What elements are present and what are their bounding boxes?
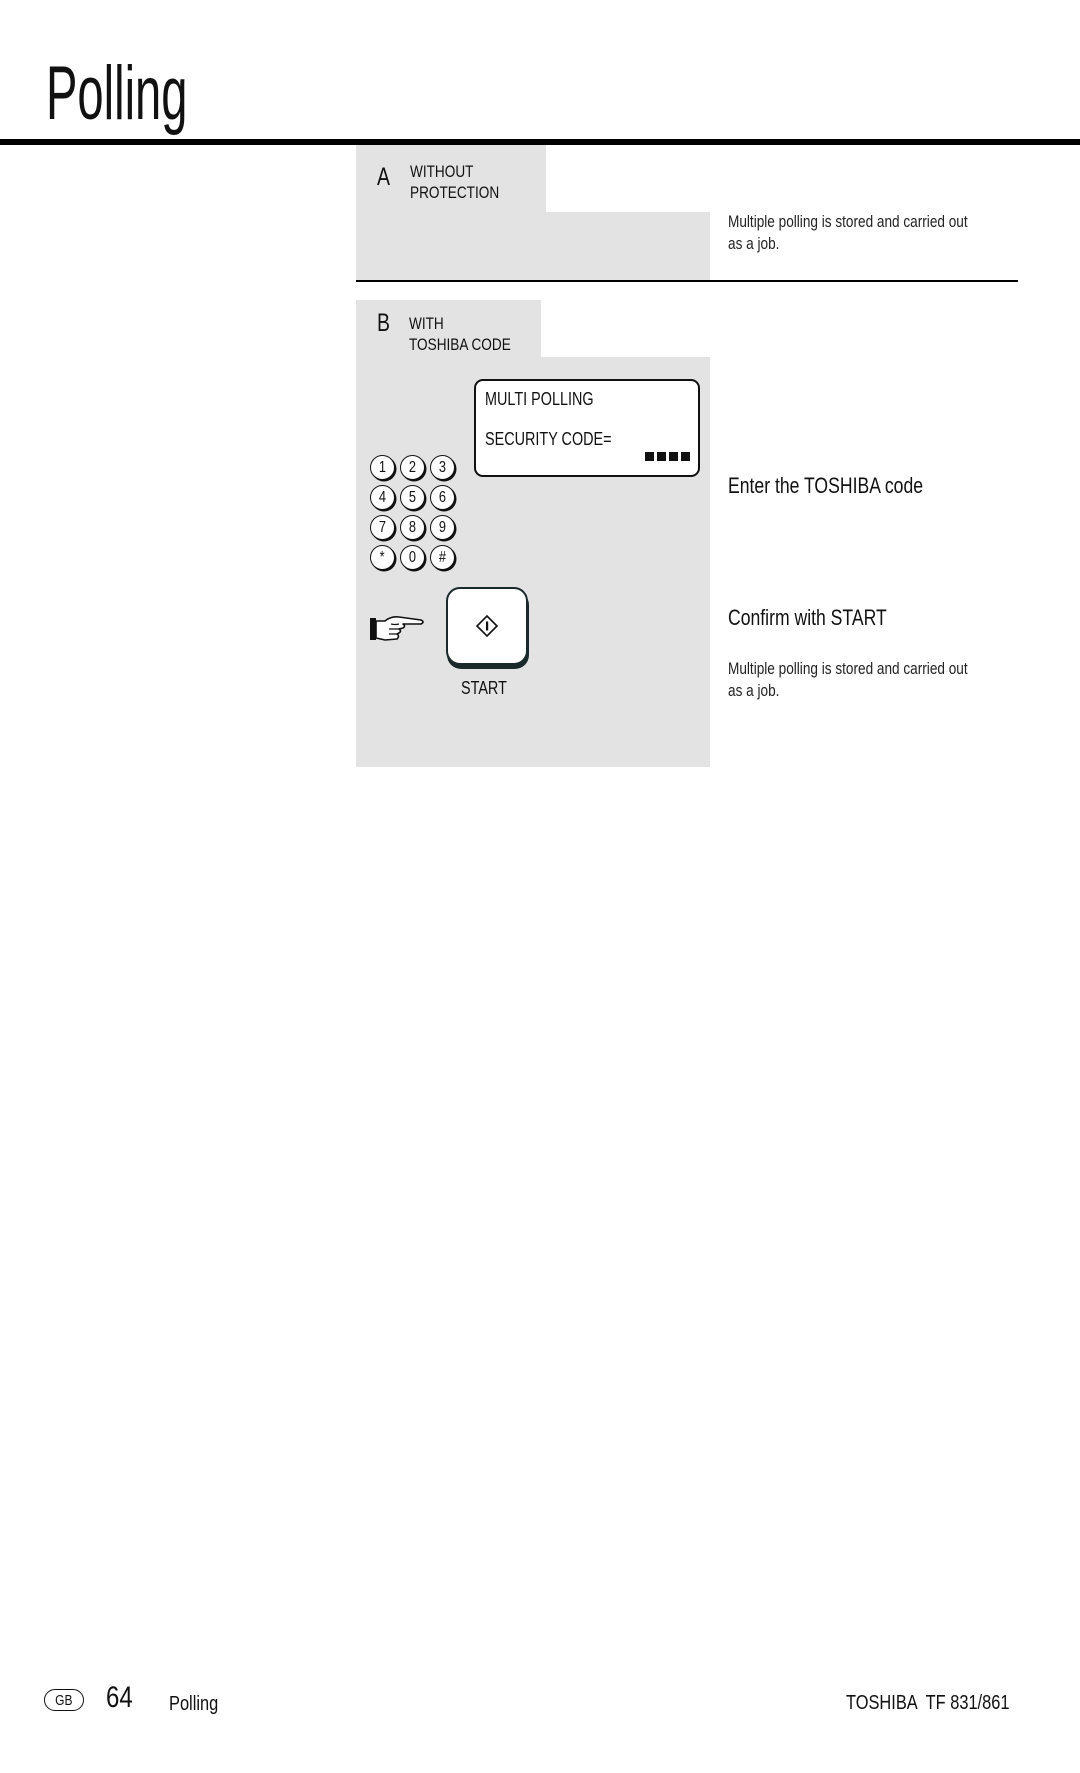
- pointing-hand-icon: [369, 612, 427, 646]
- key-1[interactable]: 1: [370, 455, 395, 480]
- section-b-label-line2: TOSHIBA CODE: [409, 335, 511, 354]
- key-3[interactable]: 3: [430, 455, 455, 480]
- lcd-line1: MULTI POLLING: [485, 389, 594, 409]
- section-b-letter: B: [377, 309, 391, 337]
- start-button-label: START: [461, 678, 507, 698]
- section-a-divider: [356, 280, 1018, 282]
- footer-product-name: TOSHIBA TF 831/861: [846, 1692, 1010, 1714]
- section-a-note-line1: Multiple polling is stored and carried o…: [728, 212, 968, 231]
- section-b-note-line1: Multiple polling is stored and carried o…: [728, 659, 968, 678]
- mask-block: [669, 452, 678, 461]
- mask-block: [657, 452, 666, 461]
- key-2[interactable]: 2: [400, 455, 425, 480]
- start-diamond-icon: [475, 614, 499, 638]
- start-button[interactable]: [446, 587, 528, 665]
- key-6[interactable]: 6: [430, 485, 455, 510]
- key-9[interactable]: 9: [430, 515, 455, 540]
- mask-block: [681, 452, 690, 461]
- lcd-line2: SECURITY CODE=: [485, 429, 612, 449]
- region-badge: GB: [44, 1689, 84, 1711]
- section-b-note-line2: as a job.: [728, 681, 780, 700]
- mask-block: [645, 452, 654, 461]
- page-title: Polling: [46, 51, 188, 136]
- key-5[interactable]: 5: [400, 485, 425, 510]
- page-number: 64: [106, 1681, 133, 1714]
- step-enter-code: Enter the TOSHIBA code: [728, 473, 924, 498]
- section-a-label-line1: WITHOUT: [410, 162, 474, 181]
- section-a-panel: [356, 212, 710, 281]
- key-8[interactable]: 8: [400, 515, 425, 540]
- lcd-display: MULTI POLLING SECURITY CODE=: [474, 379, 700, 477]
- step-confirm-start: Confirm with START: [728, 605, 887, 630]
- key-0[interactable]: 0: [400, 545, 425, 570]
- key-star[interactable]: *: [370, 545, 395, 570]
- lcd-masked-code: [642, 448, 690, 466]
- key-4[interactable]: 4: [370, 485, 395, 510]
- section-a-label-line2: PROTECTION: [410, 183, 500, 202]
- section-a-note-line2: as a job.: [728, 234, 780, 253]
- section-a-letter: A: [377, 163, 391, 191]
- footer-section-title: Polling: [169, 1693, 219, 1715]
- key-hash[interactable]: #: [430, 545, 455, 570]
- section-b-label-line1: WITH: [409, 314, 444, 333]
- key-7[interactable]: 7: [370, 515, 395, 540]
